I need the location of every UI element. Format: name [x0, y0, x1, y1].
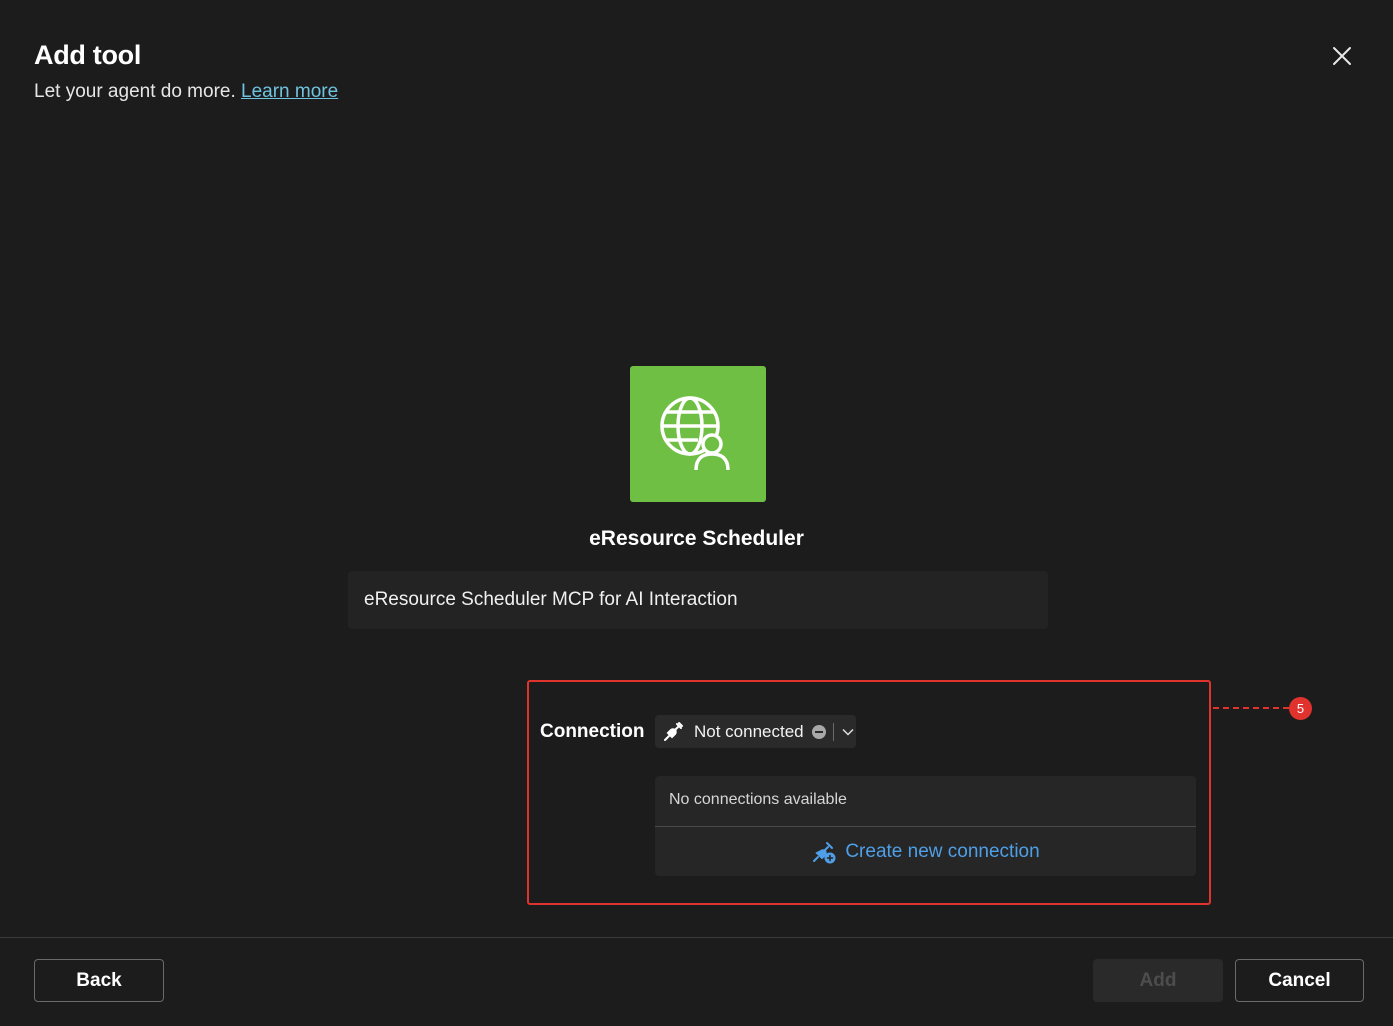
subtitle-text: Let your agent do more. [34, 81, 236, 102]
create-new-connection-label: Create new connection [845, 840, 1040, 862]
connection-status-text: Not connected [694, 721, 804, 741]
status-minus-icon [811, 724, 826, 739]
annotation-badge: 5 [1289, 697, 1312, 720]
no-connections-message: No connections available [669, 791, 847, 808]
chevron-down-icon [842, 728, 854, 736]
learn-more-link[interactable]: Learn more [241, 81, 338, 102]
dropdown-separator [832, 722, 834, 741]
globe-person-icon [660, 396, 730, 471]
plug-disconnected-icon [662, 721, 684, 743]
add-tool-dialog: Add tool Let your agent do more. Learn m… [0, 0, 1393, 1026]
connection-dropdown[interactable]: Not connected [655, 715, 856, 748]
footer-divider [0, 937, 1393, 938]
cancel-button[interactable]: Cancel [1235, 959, 1364, 1002]
close-button[interactable] [1326, 40, 1358, 72]
tool-logo [630, 366, 766, 502]
add-button[interactable]: Add [1093, 959, 1223, 1002]
dialog-title: Add tool [34, 40, 142, 70]
add-connection-icon [811, 839, 837, 865]
tool-name: eResource Scheduler [589, 527, 804, 550]
tool-description-text: eResource Scheduler MCP for AI Interacti… [364, 589, 738, 610]
close-icon [1333, 47, 1351, 65]
dialog-subtitle: Let your agent do more. Learn more [34, 81, 338, 103]
connection-label: Connection [540, 721, 645, 742]
annotation-callout-line [1213, 707, 1289, 709]
back-button[interactable]: Back [34, 959, 164, 1002]
create-new-connection-button[interactable]: Create new connection [655, 827, 1196, 876]
tool-description: eResource Scheduler MCP for AI Interacti… [348, 571, 1048, 629]
connection-menu: No connections available Create new conn… [655, 776, 1196, 876]
